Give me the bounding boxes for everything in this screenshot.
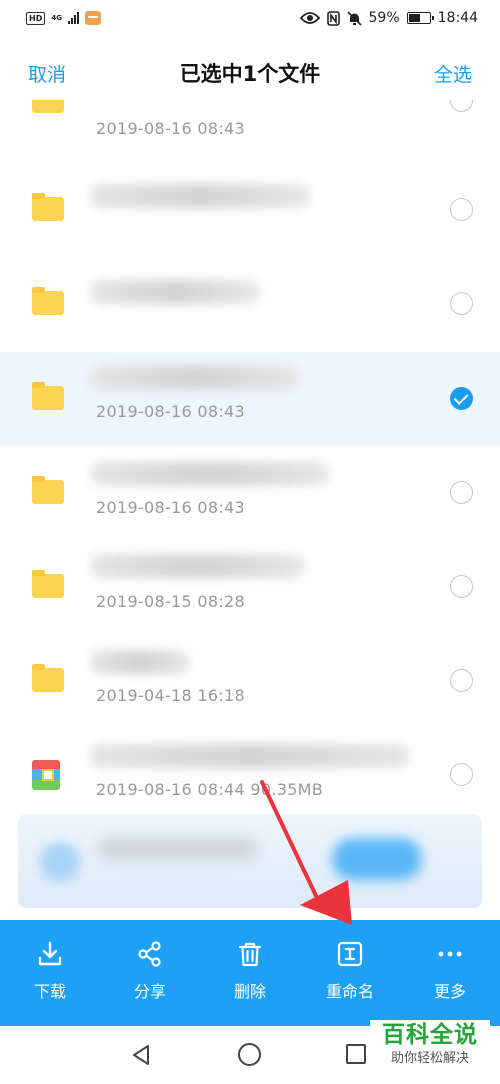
folder-icon	[32, 382, 64, 410]
file-row[interactable]: 2019-08-16 08:43	[0, 100, 500, 150]
select-checkbox[interactable]	[450, 481, 473, 504]
network-label: 4G	[51, 13, 62, 22]
status-left: HD 4G	[26, 11, 101, 25]
mute-bell-icon	[346, 10, 362, 26]
file-row[interactable]	[0, 254, 500, 348]
more-button[interactable]: 更多	[400, 920, 500, 1026]
eye-icon	[299, 12, 320, 24]
file-meta: 2019-08-15 08:28	[96, 592, 245, 611]
select-checkbox[interactable]	[450, 763, 473, 786]
delete-button[interactable]: 删除	[200, 920, 300, 1026]
file-row-selected[interactable]: 2019-08-16 08:43	[0, 352, 500, 446]
folder-icon	[32, 100, 64, 113]
back-icon[interactable]	[130, 1044, 152, 1066]
folder-icon	[32, 664, 64, 692]
blurred-file-name	[90, 366, 300, 390]
share-icon	[138, 941, 161, 967]
file-meta: 2019-08-16 08:43	[96, 498, 245, 517]
share-button[interactable]: 分享	[100, 920, 200, 1026]
file-row[interactable]	[0, 160, 500, 254]
hd-badge: HD	[26, 11, 46, 25]
blurred-file-name	[90, 280, 260, 304]
battery-text: 59%	[368, 10, 400, 26]
select-checkbox[interactable]	[450, 292, 473, 315]
folder-icon	[32, 287, 64, 315]
blurred-file-name	[90, 462, 330, 486]
watermark: 百科全说 助你轻松解决	[370, 1020, 490, 1078]
home-icon[interactable]	[238, 1043, 261, 1066]
delete-label: 删除	[233, 982, 266, 1001]
share-label: 分享	[133, 982, 166, 1001]
select-all-button[interactable]: 全选	[434, 60, 472, 87]
blurred-file-name	[90, 744, 410, 768]
blurred-file-name	[90, 650, 190, 674]
file-meta: 2019-08-16 08:43	[96, 402, 245, 421]
blurred-file-name	[90, 184, 310, 208]
folder-icon	[32, 193, 64, 221]
file-row[interactable]: 2019-08-15 08:28	[0, 540, 500, 634]
trash-icon	[238, 942, 262, 967]
bottom-action-bar: 下载 分享 删除 重命名 更多	[0, 920, 500, 1026]
file-meta: 2019-04-18 16:18	[96, 686, 245, 705]
file-row[interactable]: 2019-08-16 08:44 90.35MB	[0, 728, 500, 822]
watermark-title: 百科全说	[382, 1022, 478, 1048]
signal-icon	[67, 12, 79, 24]
file-row[interactable]: 2019-08-16 08:43	[0, 446, 500, 540]
promo-banner[interactable]	[18, 814, 482, 908]
nfc-icon	[326, 10, 340, 26]
file-meta: 2019-08-16 08:43	[96, 119, 245, 138]
recent-apps-icon[interactable]	[346, 1044, 366, 1064]
more-label: 更多	[433, 982, 466, 1001]
status-right: 59% 18:44	[299, 10, 478, 26]
archive-icon	[32, 760, 60, 790]
folder-icon	[32, 570, 64, 598]
download-icon	[38, 941, 62, 966]
select-checkbox[interactable]	[450, 198, 473, 221]
select-checkbox[interactable]	[450, 575, 473, 598]
rename-icon	[337, 941, 363, 967]
selected-checkbox[interactable]	[450, 387, 473, 410]
clock: 18:44	[437, 10, 478, 26]
select-checkbox[interactable]	[450, 669, 473, 692]
download-button[interactable]: 下载	[0, 920, 100, 1026]
select-checkbox[interactable]	[450, 100, 473, 112]
status-bar: HD 4G 59% 18:44	[0, 0, 500, 36]
rename-label: 重命名	[325, 982, 374, 1001]
folder-icon	[32, 476, 64, 504]
promo-blurred-button[interactable]	[332, 838, 422, 880]
rename-button[interactable]: 重命名	[300, 920, 400, 1026]
file-row[interactable]: 2019-04-18 16:18	[0, 634, 500, 728]
file-list[interactable]: 2019-08-16 08:43 2019-08-16 08:43 2019-0…	[0, 100, 500, 910]
promo-blurred-icon	[40, 842, 80, 882]
battery-icon	[406, 12, 434, 24]
promo-blurred-text	[98, 838, 258, 860]
selection-header: 取消 已选中1个文件 全选	[0, 36, 500, 110]
download-label: 下载	[33, 982, 66, 1001]
file-meta: 2019-08-16 08:44 90.35MB	[96, 780, 324, 799]
watermark-subtitle: 助你轻松解决	[390, 1051, 469, 1066]
page-title: 已选中1个文件	[179, 62, 321, 86]
more-icon	[438, 951, 462, 957]
blurred-file-name	[90, 554, 305, 578]
chat-notification-icon	[84, 11, 101, 25]
